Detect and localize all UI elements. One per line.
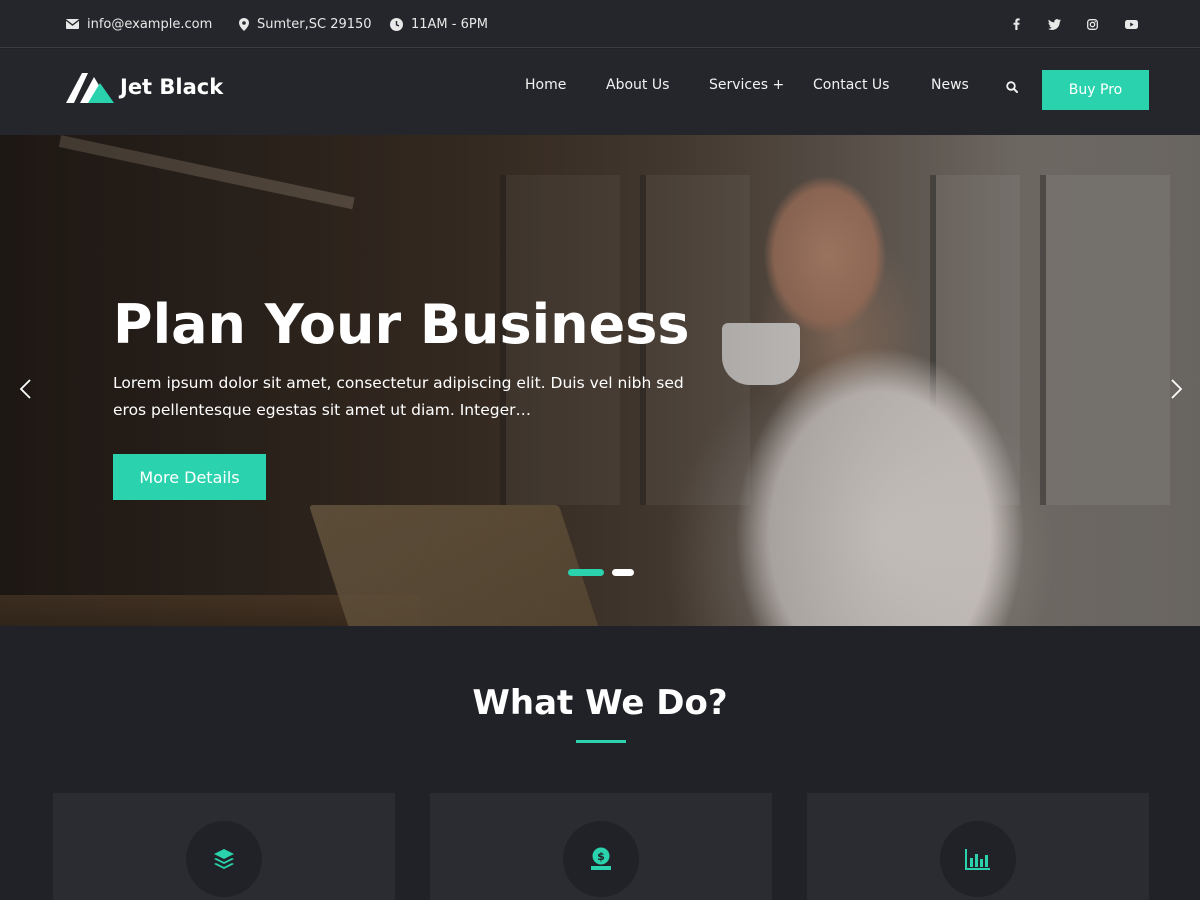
- slider-dot[interactable]: [612, 569, 634, 576]
- prev-slide-icon[interactable]: [16, 377, 36, 401]
- layers-icon: [214, 849, 234, 869]
- clock-icon: [390, 17, 403, 31]
- hero-slider: Plan Your Business Lorem ipsum dolor sit…: [0, 135, 1200, 626]
- hero-title: Plan Your Business: [113, 293, 690, 356]
- youtube-icon[interactable]: [1121, 0, 1141, 48]
- twitter-icon[interactable]: [1044, 0, 1064, 48]
- search-icon[interactable]: [1006, 78, 1018, 97]
- buy-pro-button[interactable]: Buy Pro: [1042, 70, 1149, 110]
- service-card[interactable]: $: [430, 793, 772, 900]
- logo-text: Jet Black: [120, 75, 224, 99]
- facebook-icon[interactable]: [1006, 0, 1026, 48]
- service-card[interactable]: [807, 793, 1149, 900]
- section-title: What We Do?: [472, 683, 728, 723]
- nav-services[interactable]: Services +: [709, 77, 784, 93]
- location-text: Sumter,SC 29150: [257, 16, 372, 32]
- nav-news[interactable]: News: [931, 77, 969, 93]
- nav-contact-us[interactable]: Contact Us: [813, 77, 889, 93]
- map-pin-icon: [239, 17, 249, 31]
- svg-text:$: $: [597, 850, 605, 863]
- bar-chart-icon: [965, 849, 990, 870]
- slider-dot-active[interactable]: [568, 569, 604, 576]
- top-bar: info@example.com Sumter,SC 29150 11AM - …: [0, 0, 1200, 48]
- hours-info: 11AM - 6PM: [390, 0, 488, 48]
- envelope-icon: [66, 19, 79, 29]
- section-title-underline: [576, 740, 626, 743]
- service-icon-circle: [186, 821, 262, 897]
- location-info: Sumter,SC 29150: [239, 0, 372, 48]
- more-details-button[interactable]: More Details: [113, 454, 266, 500]
- logo[interactable]: Jet Black: [66, 69, 223, 105]
- nav-home[interactable]: Home: [525, 77, 566, 93]
- site-header: Jet Black Home About Us Services + Conta…: [0, 49, 1200, 135]
- hero-description: Lorem ipsum dolor sit amet, consectetur …: [113, 374, 684, 419]
- email-info[interactable]: info@example.com: [66, 0, 212, 48]
- instagram-icon[interactable]: [1082, 0, 1102, 48]
- next-slide-icon[interactable]: [1166, 377, 1186, 401]
- service-icon-circle: $: [563, 821, 639, 897]
- logo-mark-icon: [66, 73, 114, 103]
- service-card[interactable]: [53, 793, 395, 900]
- email-text: info@example.com: [87, 16, 213, 32]
- nav-about-us[interactable]: About Us: [606, 77, 669, 93]
- money-bag-icon: $: [591, 847, 611, 870]
- slider-dots: [568, 569, 634, 576]
- service-icon-circle: [940, 821, 1016, 897]
- hours-text: 11AM - 6PM: [411, 16, 488, 32]
